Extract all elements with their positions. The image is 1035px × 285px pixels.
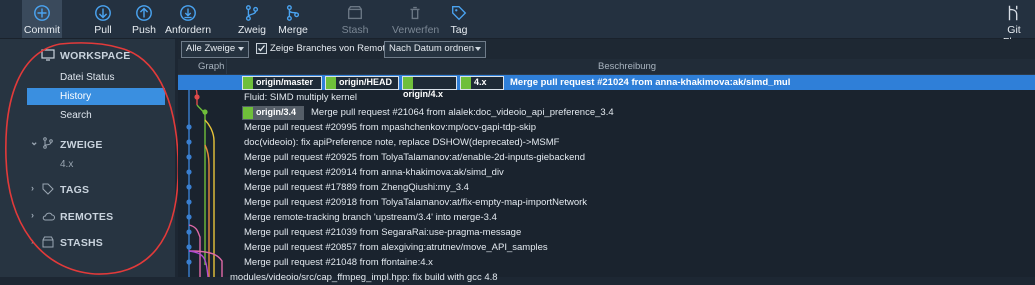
stash-icon: [348, 6, 362, 20]
commit-message: doc(videoio): fix apiPreference note, re…: [244, 137, 560, 148]
stash-label: Stash: [341, 24, 369, 36]
pull-label: Pull: [94, 24, 112, 36]
commit-button[interactable]: Commit: [22, 0, 62, 38]
git-flow-icon: [1008, 5, 1018, 21]
merge-icon: [286, 5, 300, 21]
commit-row[interactable]: modules/videoio/src/cap_ffmpeg_impl.hpp:…: [178, 270, 1035, 285]
branch-ref-icon: [461, 77, 471, 89]
stash-button[interactable]: Stash: [340, 0, 370, 38]
commit-row[interactable]: Merge pull request #20995 from mpashchen…: [178, 120, 1035, 135]
chevron-down-icon: [475, 47, 481, 51]
branch-button[interactable]: Zweig: [238, 0, 266, 38]
commit-message: Merge pull request #20925 from TolyaTala…: [244, 152, 585, 163]
commit-message: Merge pull request #21048 from ffontaine…: [244, 257, 433, 268]
branch-label: Zweig: [238, 24, 267, 36]
commit-message: Merge pull request #20857 from alexgivin…: [244, 242, 548, 253]
tag-icon: [452, 6, 467, 21]
ref-label[interactable]: origin/master: [242, 76, 322, 90]
discard-label: Verwerfen: [392, 24, 440, 36]
graph-column-header[interactable]: Graph: [198, 61, 224, 72]
tag-label: Tag: [450, 24, 468, 36]
commit-label: Commit: [23, 24, 61, 36]
branches-select[interactable]: Alle Zweige: [181, 41, 249, 58]
column-header: Graph Beschreibung: [178, 59, 1035, 75]
commit-row[interactable]: Fluid: SIMD multiply kernel: [178, 90, 1035, 105]
show-remote-label: Zeige Branches von Remote: [270, 43, 391, 54]
show-remote-checkbox[interactable]: [256, 43, 267, 54]
discard-icon: [410, 6, 420, 20]
commit-row[interactable]: Merge pull request #20925 from TolyaTala…: [178, 150, 1035, 165]
commit-row[interactable]: Merge pull request #17889 from ZhengQius…: [178, 180, 1035, 195]
branch-ref-icon: [243, 107, 253, 119]
commit-row[interactable]: doc(videoio): fix apiPreference note, re…: [178, 135, 1035, 150]
merge-label: Merge: [278, 24, 308, 36]
branches-select-value: Alle Zweige: [186, 43, 236, 54]
pull-button[interactable]: Pull: [88, 0, 118, 38]
order-select-value: Nach Datum ordnen: [389, 43, 475, 54]
arrow-down-circle-icon: [95, 5, 111, 21]
commit-row[interactable]: Merge pull request #20857 from alexgivin…: [178, 240, 1035, 255]
arrow-up-circle-icon: [136, 5, 152, 21]
annotation-ellipse: [5, 42, 179, 275]
ref-label[interactable]: origin/4.x: [402, 76, 457, 99]
git-flow-button[interactable]: Git Flow: [996, 0, 1032, 48]
toolbar: Commit Pull Push Anfordern Zweig Merge S…: [0, 0, 1035, 48]
order-select[interactable]: Nach Datum ordnen: [384, 41, 486, 58]
branch-icon: [245, 5, 259, 21]
commit-row[interactable]: origin/3.4 Merge pull request #21064 fro…: [178, 105, 1035, 120]
ref-label[interactable]: origin/3.4: [242, 106, 304, 120]
commit-message: Merge pull request #21039 from SegaraRai…: [244, 227, 522, 238]
branch-ref-icon: [403, 77, 413, 89]
branch-ref-icon: [326, 77, 336, 89]
commit-row[interactable]: Merge pull request #21048 from ffontaine…: [178, 255, 1035, 270]
commit-row[interactable]: Merge remote-tracking branch 'upstream/3…: [178, 210, 1035, 225]
commit-message: Merge pull request #20995 from mpashchen…: [244, 122, 537, 133]
commit-message: Fluid: SIMD multiply kernel: [244, 92, 357, 103]
commit-row[interactable]: Merge pull request #21039 from SegaraRai…: [178, 225, 1035, 240]
ref-label[interactable]: 4.x: [460, 76, 504, 90]
description-column-header[interactable]: Beschreibung: [598, 61, 656, 72]
commit-message: modules/videoio/src/cap_ffmpeg_impl.hpp:…: [230, 272, 498, 283]
commit-row[interactable]: Merge pull request #20914 from anna-khak…: [178, 165, 1035, 180]
history-panel: Alle Zweige Zeige Branches von Remote Na…: [178, 39, 1035, 283]
commit-message: Merge pull request #17889 from ZhengQius…: [244, 182, 469, 193]
commit-message: Merge pull request #21064 from alalek:do…: [311, 107, 614, 118]
branch-ref-icon: [243, 77, 253, 89]
commit-message: Merge pull request #20918 from TolyaTala…: [244, 197, 588, 208]
filter-bar: Alle Zweige Zeige Branches von Remote Na…: [178, 39, 1035, 59]
checkmark-icon: [258, 45, 266, 52]
commit-row[interactable]: origin/master origin/HEAD origin/4.x 4.x…: [178, 75, 1035, 99]
chevron-down-icon: [238, 47, 244, 51]
fetch-label: Anfordern: [165, 24, 212, 36]
fetch-button[interactable]: Anfordern: [165, 0, 211, 38]
commit-message: Merge pull request #20914 from anna-khak…: [244, 167, 504, 178]
merge-button[interactable]: Merge: [276, 0, 310, 38]
plus-circle-icon: [34, 5, 50, 21]
commit-row[interactable]: Merge pull request #20918 from TolyaTala…: [178, 195, 1035, 210]
discard-button[interactable]: Verwerfen: [392, 0, 440, 38]
tag-button[interactable]: Tag: [449, 0, 469, 38]
push-button[interactable]: Push: [128, 0, 160, 38]
column-divider: [226, 59, 227, 74]
ref-label[interactable]: origin/HEAD: [325, 76, 399, 90]
commit-message: Merge pull request #21024 from anna-khak…: [510, 77, 791, 88]
commit-message: Merge remote-tracking branch 'upstream/3…: [244, 212, 497, 223]
download-circle-icon: [180, 5, 196, 21]
push-label: Push: [132, 24, 156, 36]
